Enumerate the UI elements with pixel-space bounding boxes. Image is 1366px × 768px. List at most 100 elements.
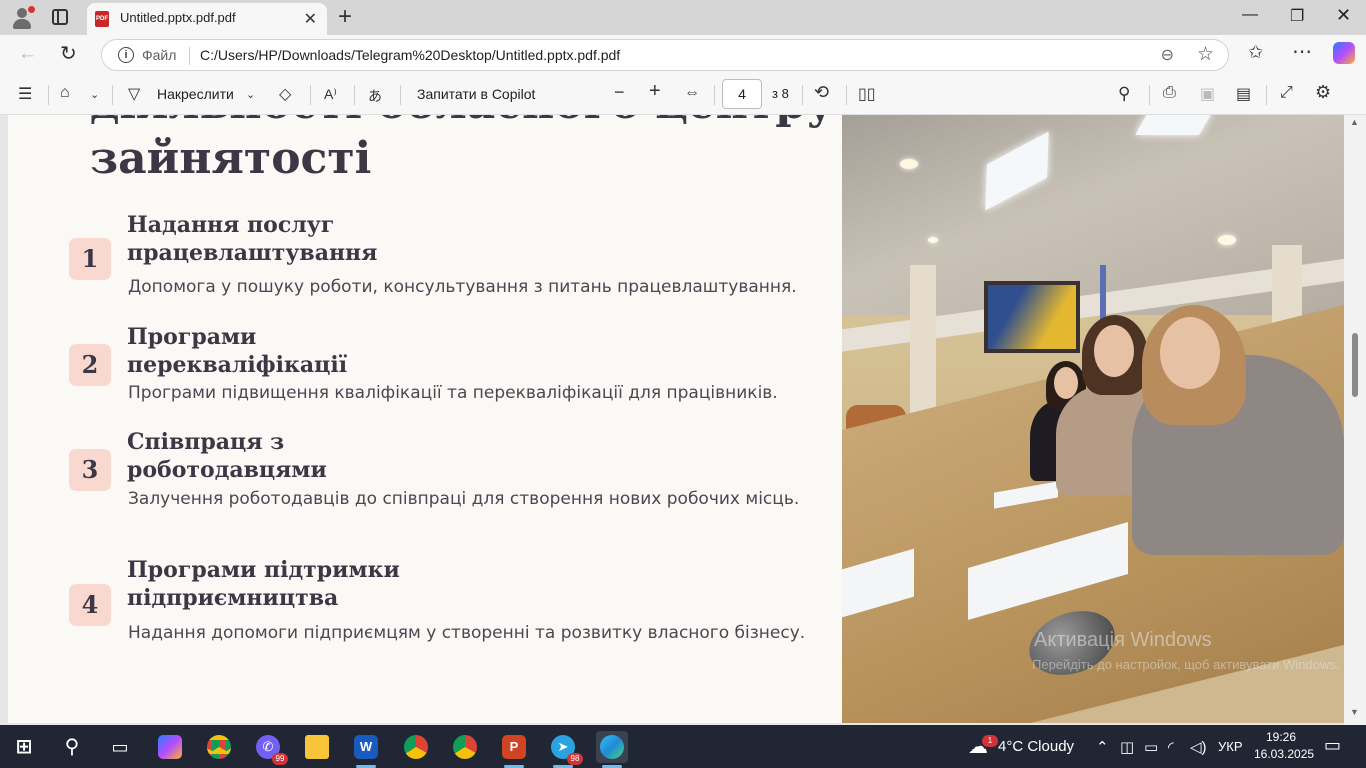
item-description: Програми підвищення кваліфікації та пере… xyxy=(128,383,778,403)
taskbar-app-chrome-profile[interactable] xyxy=(400,731,432,763)
input-language[interactable]: УКР xyxy=(1218,739,1243,754)
draw-button[interactable]: Накреслити xyxy=(157,86,234,102)
draw-dropdown-icon[interactable]: ⌄ xyxy=(246,88,255,101)
taskbar-app-explorer[interactable] xyxy=(301,731,333,763)
chrome-icon xyxy=(207,735,231,759)
notifications-icon[interactable]: ▭ xyxy=(1324,735,1341,756)
site-info-icon[interactable]: i xyxy=(118,47,134,63)
taskbar-app-copilot[interactable] xyxy=(154,731,186,763)
favorite-star-icon[interactable]: ☆ xyxy=(1197,43,1214,66)
ask-copilot-button[interactable]: Запитати в Copilot xyxy=(417,86,535,102)
taskbar-app-powerpoint[interactable]: P xyxy=(498,731,530,768)
toolbar-divider xyxy=(310,85,311,105)
browser-tab-pdf[interactable]: PDF Untitled.pptx.pdf.pdf ✕ xyxy=(87,3,327,35)
close-window-icon[interactable]: ✕ xyxy=(1336,5,1351,26)
favorites-icon[interactable]: ✩ xyxy=(1248,42,1263,63)
toolbar-divider xyxy=(112,85,113,105)
copilot-icon xyxy=(158,735,182,759)
wifi-icon[interactable]: ◜ xyxy=(1168,738,1174,756)
address-url[interactable]: C:/Users/HP/Downloads/Telegram%20Desktop… xyxy=(200,47,620,63)
browser-tab-strip: PDF Untitled.pptx.pdf.pdf ✕ + — ❐ ✕ xyxy=(0,0,1366,35)
volume-icon[interactable]: ◁) xyxy=(1190,738,1207,756)
zoom-magnifier-icon[interactable]: ⊖ xyxy=(1161,45,1174,65)
slide-photo: Активація Windows Перейдіть до настройок… xyxy=(842,115,1344,723)
item-number-badge: 4 xyxy=(69,584,111,626)
draw-pen-icon[interactable]: ▽ xyxy=(128,84,140,104)
new-tab-icon[interactable]: + xyxy=(338,3,352,31)
toolbar-divider xyxy=(802,85,803,105)
task-view[interactable]: ▭ xyxy=(104,731,136,763)
item-description: Допомога у пошуку роботи, консультування… xyxy=(128,277,797,297)
restore-icon[interactable]: ❐ xyxy=(1290,6,1304,26)
toolbar-divider xyxy=(48,85,49,105)
slide-heading: зайнятості xyxy=(90,133,372,184)
meet-icon[interactable]: ◫ xyxy=(1120,738,1134,756)
chrome-icon xyxy=(453,735,477,759)
copilot-icon[interactable] xyxy=(1333,42,1355,64)
show-hidden-icons-chevron-icon[interactable]: ⌃ xyxy=(1096,738,1109,756)
vertical-scrollbar[interactable]: ▲ ▼ xyxy=(1344,115,1366,725)
tab-actions-icon[interactable] xyxy=(52,9,68,25)
rotate-icon[interactable]: ⟲ xyxy=(814,82,829,103)
windows-activation-watermark: Активація Windows xyxy=(1034,629,1212,651)
minimize-icon[interactable]: — xyxy=(1242,6,1258,24)
search-icon: ⚲ xyxy=(64,736,80,758)
zoom-in-icon[interactable]: + xyxy=(649,80,661,103)
task-view-icon: ▭ xyxy=(111,737,129,757)
taskbar-app-chrome-profile-2[interactable] xyxy=(449,731,481,763)
scroll-down-arrow-icon[interactable]: ▼ xyxy=(1350,707,1359,717)
tab-title: Untitled.pptx.pdf.pdf xyxy=(120,10,236,25)
folder-icon xyxy=(305,735,329,759)
toolbar-divider xyxy=(354,85,355,105)
pdf-file-icon: PDF xyxy=(95,11,109,27)
clock-time[interactable]: 19:26 xyxy=(1266,730,1296,744)
profile-avatar-icon[interactable] xyxy=(10,6,35,30)
taskbar-app-viber[interactable]: ✆ 99 xyxy=(252,731,288,765)
save-as-icon[interactable]: ▤ xyxy=(1236,84,1251,104)
reload-icon[interactable]: ↻ xyxy=(60,41,77,66)
taskbar-app-word[interactable]: W xyxy=(350,731,382,768)
read-aloud-icon[interactable]: A⁾ xyxy=(324,86,337,103)
windows-taskbar: ⊞ ⚲ ▭ ✆ 99 W P ➤ 98 ☁ 1 4°C Cloudy ⌃ ◫ ▭… xyxy=(0,725,1366,768)
tab-close-icon[interactable]: ✕ xyxy=(304,9,317,29)
item-description: Надання допомоги підприємцям у створенні… xyxy=(128,623,806,643)
fit-width-icon[interactable]: ⇔ xyxy=(684,84,700,102)
page-number-input[interactable]: 4 xyxy=(722,79,762,109)
item-title: Співпраця з роботодавцями xyxy=(127,429,327,483)
back-arrow-icon[interactable]: ← xyxy=(18,43,37,65)
more-menu-icon[interactable]: ⋯ xyxy=(1292,39,1312,64)
taskbar-search[interactable]: ⚲ xyxy=(56,731,88,763)
battery-icon[interactable]: ▭ xyxy=(1144,738,1158,756)
scroll-up-arrow-icon[interactable]: ▲ xyxy=(1350,117,1359,127)
address-bar-row: ← ↻ i Файл C:/Users/HP/Downloads/Telegra… xyxy=(0,35,1366,75)
page-view-icon[interactable]: ▯▯ xyxy=(858,84,876,104)
translate-icon[interactable]: あ xyxy=(368,86,382,106)
save-icon[interactable]: ▣ xyxy=(1200,84,1215,104)
item-number-badge: 1 xyxy=(69,238,111,280)
taskbar-app-edge[interactable] xyxy=(596,731,628,768)
address-divider xyxy=(189,47,190,65)
start-button[interactable]: ⊞ xyxy=(8,731,40,763)
scrollbar-thumb[interactable] xyxy=(1352,333,1358,397)
item-title: Програми перекваліфікації xyxy=(127,324,348,378)
zoom-out-icon[interactable]: − xyxy=(614,82,625,103)
page-total-label: з 8 xyxy=(772,86,789,101)
weather-label[interactable]: 4°C Cloudy xyxy=(998,738,1074,755)
fullscreen-icon[interactable]: ⤢ xyxy=(1280,84,1293,102)
print-icon[interactable]: ⎙ xyxy=(1163,84,1176,102)
highlight-dropdown-icon[interactable]: ⌄ xyxy=(90,88,99,101)
settings-gear-icon[interactable]: ⚙ xyxy=(1315,82,1331,103)
windows-logo-icon: ⊞ xyxy=(15,736,33,758)
clock-date[interactable]: 16.03.2025 xyxy=(1254,747,1314,761)
highlight-icon[interactable]: ⌂ xyxy=(60,84,70,102)
pdf-page: діяльності обласного центру зайнятості 1… xyxy=(8,115,1344,723)
search-icon[interactable]: ⚲ xyxy=(1118,84,1130,104)
contents-list-icon[interactable]: ☰ xyxy=(18,84,32,104)
chrome-icon xyxy=(404,735,428,759)
eraser-icon[interactable]: ◇ xyxy=(279,84,291,104)
pdf-viewer[interactable]: діяльності обласного центру зайнятості 1… xyxy=(0,115,1366,725)
telegram-unread-badge: 98 xyxy=(567,753,583,765)
taskbar-app-chrome[interactable] xyxy=(203,731,235,763)
address-field[interactable]: i Файл C:/Users/HP/Downloads/Telegram%20… xyxy=(101,39,1229,71)
taskbar-app-telegram[interactable]: ➤ 98 xyxy=(547,731,583,768)
